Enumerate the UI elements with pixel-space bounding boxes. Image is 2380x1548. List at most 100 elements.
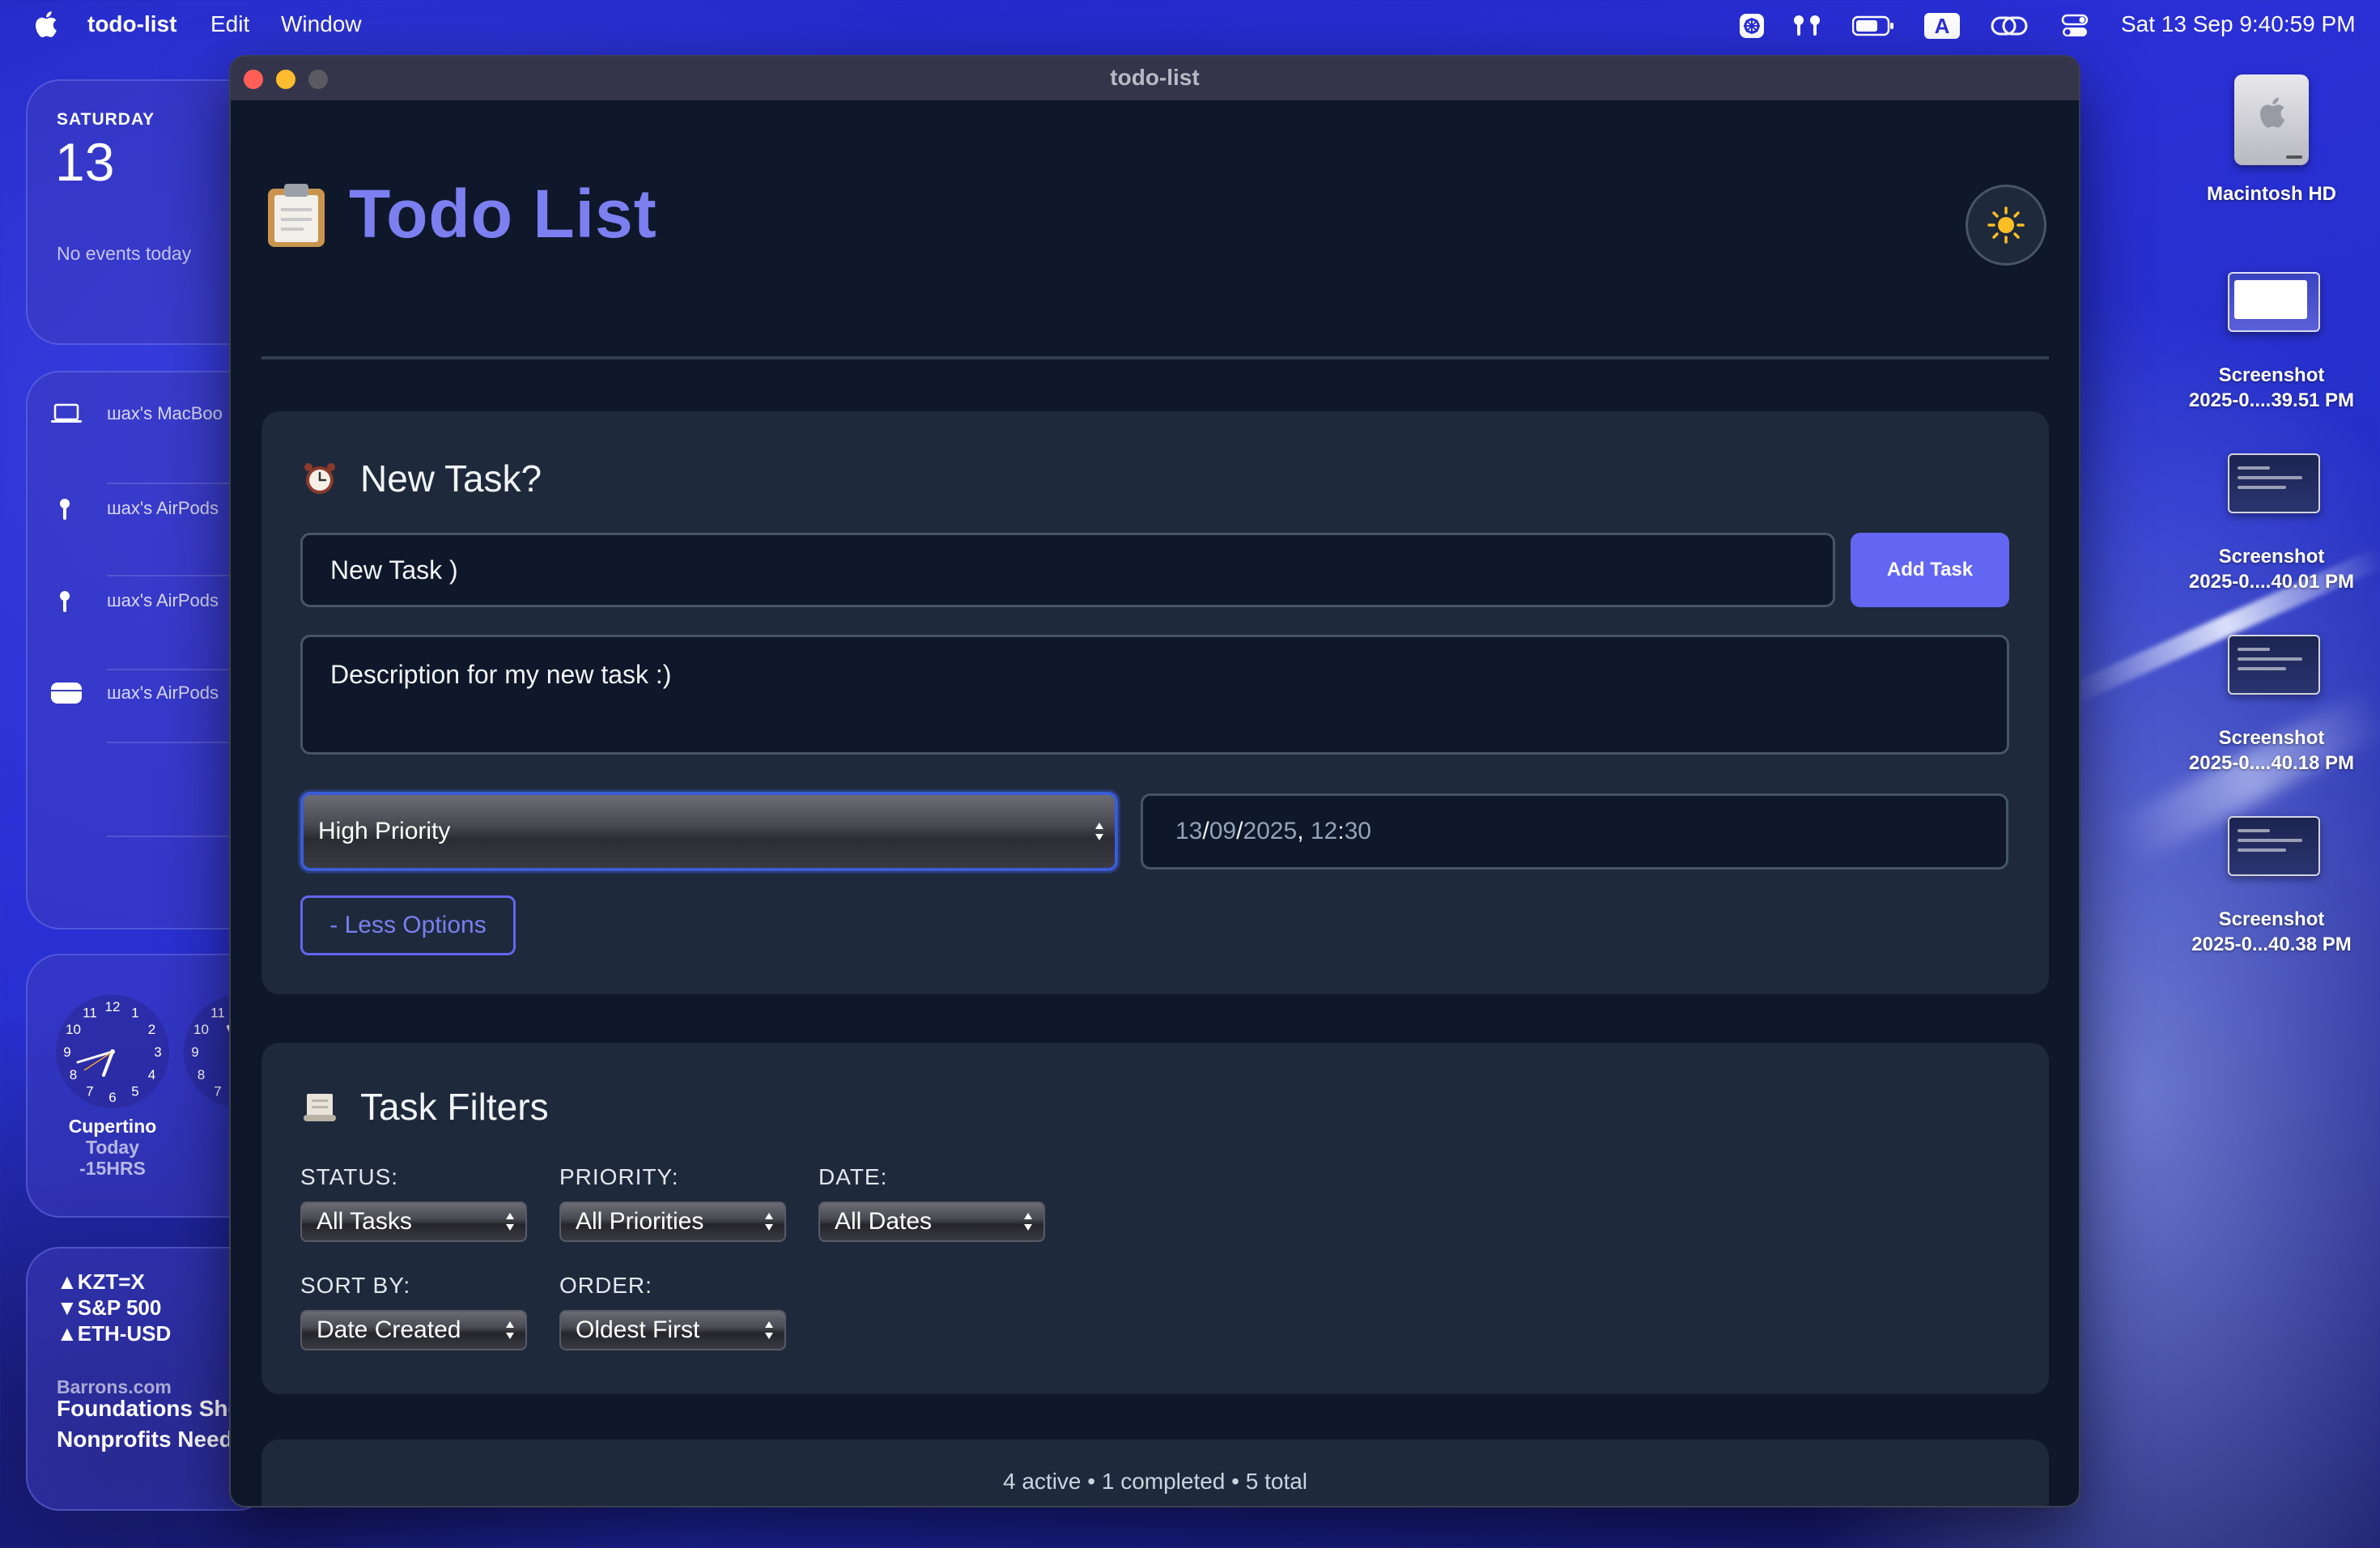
select-arrows-icon — [765, 1213, 773, 1231]
due-date-input[interactable]: 13/09/2025, 12:30 — [1141, 793, 2008, 870]
screen-mirroring-icon[interactable] — [1990, 11, 2029, 40]
battery-label: шax's AirPods — [107, 683, 219, 703]
clock-city-name: Cupertino — [68, 1116, 157, 1137]
order-label: ORDER: — [559, 1273, 652, 1298]
menu-bar: todo-list Edit Window A Sat 13 Sep 9:40:… — [0, 0, 2380, 52]
menu-window[interactable]: Window — [281, 11, 362, 37]
apple-menu-icon[interactable] — [32, 10, 58, 39]
menu-edit[interactable]: Edit — [210, 11, 249, 37]
clock-numeral: 6 — [108, 1090, 116, 1105]
battery-row-airpods-case: шax's AirPods — [50, 680, 219, 706]
stock-ticker: ▼S&P 500( — [57, 1295, 258, 1320]
clock-city-offset: -15HRS — [79, 1158, 146, 1179]
new-task-card: New Task? New Task ) Add Task Descriptio… — [261, 411, 2049, 994]
battery-row-airpods-left: шax's AirPods — [50, 495, 219, 521]
analog-clock-cupertino: 12 12 3 456789 1011 — [56, 995, 169, 1108]
airpods-icon[interactable] — [1791, 11, 1823, 40]
alarm-clock-icon — [304, 463, 335, 494]
task-summary-bar: 4 active • 1 completed • 5 total — [261, 1440, 2049, 1506]
input-source-icon[interactable]: A — [1923, 11, 1961, 40]
airpod-icon — [60, 499, 70, 520]
date-filter-select[interactable]: All Dates — [818, 1201, 1045, 1242]
screenshot-thumbnail[interactable] — [2228, 272, 2320, 332]
clock-numeral: 4 — [148, 1067, 155, 1082]
sort-by-label: SORT BY: — [300, 1273, 411, 1298]
clock-numeral: 9 — [63, 1044, 70, 1060]
task-filters-heading: Task Filters — [360, 1086, 549, 1128]
stock-ticker: ▲KZT=X54 — [57, 1269, 261, 1294]
desktop-icon-label[interactable]: Screenshot 2025-0....40.18 PM — [2174, 725, 2369, 776]
desktop-icon-label[interactable]: Screenshot 2025-0...40.38 PM — [2174, 907, 2369, 957]
battery-label: шax's AirPods — [107, 498, 219, 518]
screenshot-thumbnail[interactable] — [2228, 453, 2320, 513]
clock-numeral: 8 — [70, 1067, 77, 1082]
less-options-button[interactable]: - Less Options — [300, 895, 516, 955]
battery-label: шax's AirPods — [107, 590, 219, 610]
clock-city-info: Cupertino Today -15HRS — [44, 1116, 181, 1179]
menubar-clock[interactable]: Sat 13 Sep 9:40:59 PM — [2121, 11, 2356, 37]
hard-drive-icon[interactable] — [2234, 74, 2309, 165]
battery-icon[interactable] — [1852, 11, 1894, 40]
theme-toggle-button[interactable] — [1966, 185, 2046, 266]
battery-label: шax's MacBoo — [107, 403, 223, 423]
laptop-icon — [51, 403, 82, 423]
new-task-heading: New Task? — [360, 457, 542, 500]
select-arrows-icon — [1024, 1213, 1032, 1231]
priority-filter-label: PRIORITY: — [559, 1164, 679, 1189]
clock-city-day: Today — [85, 1137, 140, 1158]
clipboard-icon — [268, 183, 325, 247]
clock-numeral: 8 — [198, 1067, 205, 1082]
clock-numeral: 12 — [105, 999, 121, 1014]
priority-select[interactable]: High Priority — [300, 792, 1118, 871]
date-filter-label: DATE: — [818, 1164, 888, 1189]
desktop-icon-label[interactable]: Screenshot 2025-0....40.01 PM — [2174, 544, 2369, 594]
priority-filter-select[interactable]: All Priorities — [559, 1201, 786, 1242]
order-select[interactable]: Oldest First — [559, 1310, 786, 1350]
task-filters-card: Task Filters STATUS: All Tasks PRIORITY:… — [261, 1043, 2049, 1394]
clock-numeral: 3 — [154, 1044, 161, 1060]
app-title-text: Todo List — [349, 176, 657, 252]
news-headline[interactable]: Nonprofits Need — [57, 1427, 233, 1452]
new-task-header: New Task? — [302, 457, 542, 500]
news-source: Barrons.com — [57, 1376, 172, 1397]
window-title: todo-list — [1110, 65, 1200, 90]
clock-numeral: 11 — [83, 1006, 97, 1021]
battery-row-macbook: шax's MacBoo — [50, 403, 223, 424]
task-title-input[interactable]: New Task ) — [300, 533, 1835, 607]
clock-numeral: 10 — [66, 1022, 81, 1037]
desktop-icon-label[interactable]: Screenshot 2025-0....39.51 PM — [2174, 363, 2369, 413]
calendar-events-text: No events today — [57, 243, 192, 264]
screenshot-thumbnail[interactable] — [2228, 816, 2320, 876]
window-titlebar[interactable]: todo-list — [231, 57, 2079, 100]
select-arrows-icon — [506, 1321, 514, 1339]
news-headline[interactable]: Foundations Sho — [57, 1396, 242, 1422]
control-center-icon[interactable] — [2059, 11, 2090, 40]
todo-list-window: todo-list Todo List New Task? New Task)… — [229, 55, 2080, 1508]
task-description-textarea[interactable]: Description for my new task :) — [300, 635, 2009, 755]
priority-select-value: High Priority — [318, 818, 451, 844]
screenshot-thumbnail[interactable] — [2228, 635, 2320, 695]
app-menu-title[interactable]: todo-list — [87, 11, 176, 37]
battery-row-airpods-right: шax's AirPods — [50, 588, 219, 614]
clock-numeral: 5 — [131, 1084, 138, 1099]
sort-by-select[interactable]: Date Created — [300, 1310, 527, 1350]
clock-numeral: 11 — [210, 1006, 225, 1021]
add-task-button[interactable]: Add Task — [1851, 533, 2009, 607]
sun-icon — [1987, 206, 2025, 244]
page-title: Todo List — [265, 175, 657, 253]
header-divider — [261, 356, 2049, 359]
status-filter-label: STATUS: — [300, 1164, 399, 1189]
airpod-icon — [60, 591, 70, 612]
airpods-case-icon — [51, 683, 82, 704]
select-arrows-icon — [506, 1213, 514, 1231]
clock-numeral: 1 — [131, 1006, 138, 1021]
scroll-icon — [304, 1094, 336, 1121]
clock-numeral: 9 — [191, 1044, 198, 1060]
status-filter-select[interactable]: All Tasks — [300, 1201, 527, 1242]
clock-numeral: 10 — [193, 1022, 209, 1037]
calendar-weekday: SATURDAY — [57, 110, 155, 129]
desktop-icon-label[interactable]: Macintosh HD — [2174, 181, 2369, 206]
select-arrows-icon — [765, 1321, 773, 1339]
stock-ticker: ▲ETH-USD — [57, 1321, 172, 1346]
wheel-icon[interactable] — [1737, 11, 1766, 40]
